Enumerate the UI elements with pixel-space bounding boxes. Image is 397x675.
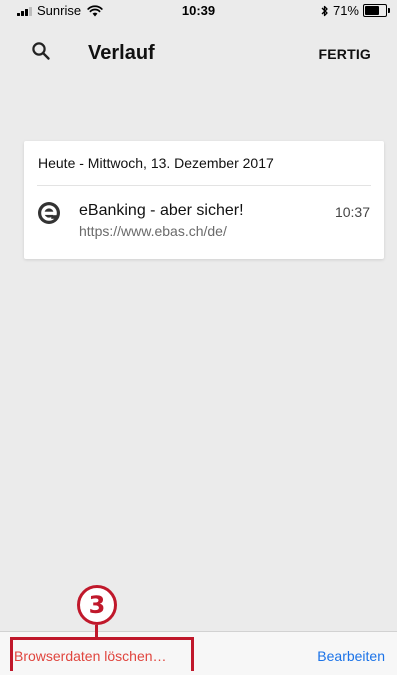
divider	[37, 185, 371, 186]
done-button[interactable]: FERTIG	[318, 46, 371, 62]
history-screen: Sunrise 10:39 71% Verlauf FERTIG Heute -…	[0, 0, 397, 675]
header: Verlauf FERTIG	[0, 22, 397, 86]
annotation-connector	[95, 625, 98, 638]
battery-cap	[388, 8, 390, 13]
search-icon	[32, 42, 50, 60]
history-item-time: 10:37	[334, 204, 370, 220]
status-right: 71%	[321, 3, 390, 18]
annotation-highlight-box	[10, 637, 194, 671]
battery-icon	[363, 4, 390, 17]
step-number-badge: 3	[77, 585, 117, 625]
edit-button[interactable]: Bearbeiten	[317, 648, 385, 664]
status-bar: Sunrise 10:39 71%	[0, 0, 397, 22]
history-date-heading: Heute - Mittwoch, 13. Dezember 2017	[38, 155, 274, 171]
history-item-title: eBanking - aber sicher!	[79, 202, 244, 219]
bluetooth-icon	[321, 5, 328, 16]
battery-percent: 71%	[332, 3, 359, 18]
battery-level	[365, 6, 380, 15]
ebas-favicon-icon	[38, 202, 60, 224]
history-item-url: https://www.ebas.ch/de/	[79, 223, 227, 239]
history-item[interactable]: eBanking - aber sicher! https://www.ebas…	[24, 191, 384, 249]
search-button[interactable]	[26, 36, 56, 66]
page-title: Verlauf	[88, 42, 155, 64]
history-card: Heute - Mittwoch, 13. Dezember 2017 eBan…	[24, 141, 384, 259]
